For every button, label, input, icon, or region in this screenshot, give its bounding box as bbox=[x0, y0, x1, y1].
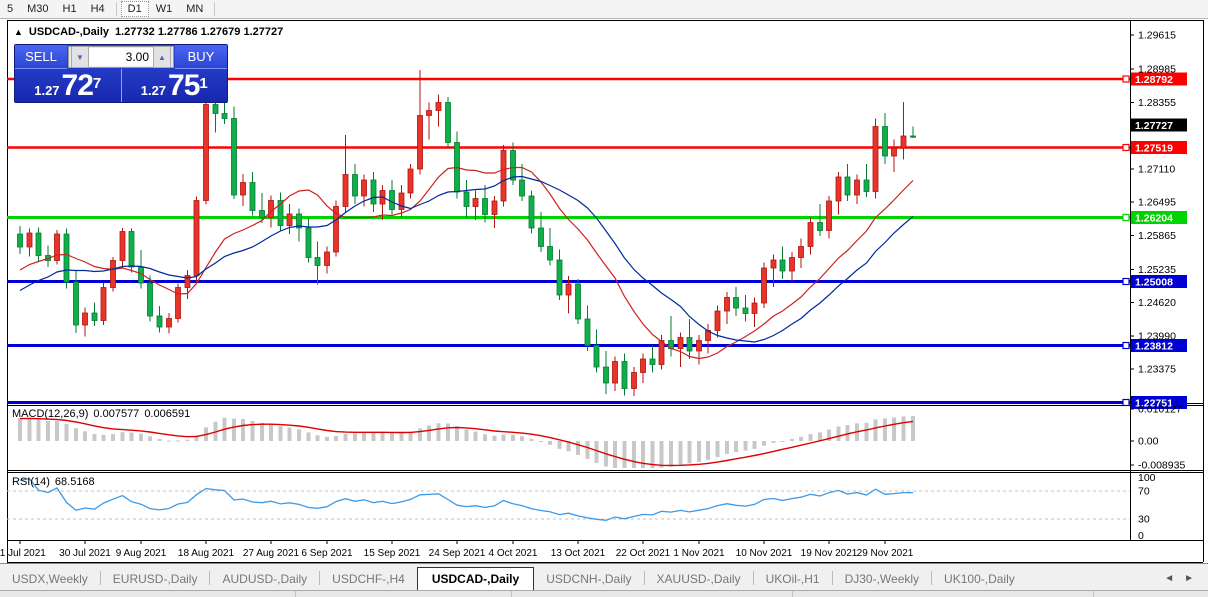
svg-text:1.29615: 1.29615 bbox=[1138, 30, 1176, 42]
svg-text:27 Aug 2021: 27 Aug 2021 bbox=[243, 548, 300, 559]
svg-text:15 Sep 2021: 15 Sep 2021 bbox=[364, 548, 421, 559]
timeframe-button-h1[interactable]: H1 bbox=[56, 1, 84, 17]
status-cell bbox=[296, 591, 512, 597]
svg-text:-0.008935: -0.008935 bbox=[1138, 460, 1185, 472]
timeframe-toolbar: 5 M30 H1 H4 D1 W1 MN bbox=[0, 0, 1208, 19]
svg-text:13 Oct 2021: 13 Oct 2021 bbox=[551, 548, 606, 559]
svg-text:1.26204: 1.26204 bbox=[1135, 213, 1173, 225]
svg-text:29 Nov 2021: 29 Nov 2021 bbox=[857, 548, 914, 559]
svg-text:1.25865: 1.25865 bbox=[1138, 230, 1176, 242]
tabs-scroll-right-icon[interactable]: ► bbox=[1184, 573, 1194, 584]
sell-button[interactable]: SELL bbox=[15, 45, 67, 69]
buy-button[interactable]: BUY bbox=[175, 45, 227, 69]
macd-main-value: 0.007577 bbox=[93, 408, 140, 420]
svg-text:4 Oct 2021: 4 Oct 2021 bbox=[489, 548, 538, 559]
svg-text:1.26495: 1.26495 bbox=[1138, 197, 1176, 209]
svg-text:1.28355: 1.28355 bbox=[1138, 97, 1176, 109]
sell-price-pip: 7 bbox=[92, 75, 102, 92]
volume-input[interactable] bbox=[89, 48, 153, 66]
toolbar-separator bbox=[115, 2, 117, 16]
svg-text:1.25008: 1.25008 bbox=[1135, 277, 1173, 289]
svg-text:0.00: 0.00 bbox=[1138, 436, 1159, 448]
svg-text:30: 30 bbox=[1138, 514, 1150, 526]
svg-text:70: 70 bbox=[1138, 486, 1150, 498]
rsi-name: RSI(14) bbox=[12, 476, 50, 488]
tab-usdcad-daily[interactable]: USDCAD-,Daily bbox=[416, 567, 535, 592]
rsi-value: 68.5168 bbox=[54, 476, 95, 488]
svg-text:1.25235: 1.25235 bbox=[1138, 264, 1176, 276]
ohlc-values: 1.27732 1.27786 1.27679 1.27727 bbox=[115, 26, 284, 38]
svg-text:1 Nov 2021: 1 Nov 2021 bbox=[673, 548, 725, 559]
buy-price-prefix: 1.27 bbox=[140, 83, 167, 98]
tab-ukoil-h1[interactable]: UKOil-,H1 bbox=[754, 568, 832, 591]
chart-title: ▲ USDCAD-,Daily 1.27732 1.27786 1.27679 … bbox=[14, 26, 283, 38]
macd-signal-value: 0.006591 bbox=[144, 408, 191, 420]
volume-increase-icon[interactable]: ▲ bbox=[153, 46, 171, 68]
svg-text:1.27110: 1.27110 bbox=[1138, 164, 1175, 176]
tabs-scroll-left-icon[interactable]: ◄ bbox=[1164, 573, 1174, 584]
tab-dj30-weekly[interactable]: DJ30-,Weekly bbox=[833, 568, 931, 591]
sell-price-prefix: 1.27 bbox=[34, 83, 60, 98]
timeframe-button-m30[interactable]: M30 bbox=[20, 1, 55, 17]
collapse-panel-icon[interactable]: ▲ bbox=[14, 27, 23, 37]
svg-text:1.28792: 1.28792 bbox=[1135, 74, 1173, 86]
svg-text:9 Aug 2021: 9 Aug 2021 bbox=[116, 548, 167, 559]
svg-text:18 Aug 2021: 18 Aug 2021 bbox=[178, 548, 235, 559]
svg-text:0: 0 bbox=[1138, 530, 1144, 542]
tab-usdchf-h4[interactable]: USDCHF-,H4 bbox=[320, 568, 417, 591]
svg-text:6 Sep 2021: 6 Sep 2021 bbox=[301, 548, 353, 559]
rsi-label: RSI(14) 68.5168 bbox=[12, 476, 100, 488]
macd-name: MACD(12,26,9) bbox=[12, 408, 89, 420]
tab-uk100-daily[interactable]: UK100-,Daily bbox=[932, 568, 1027, 591]
sell-price-main: 72 bbox=[61, 69, 94, 102]
tab-usdx-weekly[interactable]: USDX,Weekly bbox=[0, 568, 100, 591]
svg-text:10 Nov 2021: 10 Nov 2021 bbox=[736, 548, 793, 559]
symbol-name: USDCAD-,Daily bbox=[28, 26, 109, 38]
symbol-tab-bar: USDX,Weekly EURUSD-,Daily AUDUSD-,Daily USD… bbox=[0, 563, 1208, 592]
svg-text:22 Oct 2021: 22 Oct 2021 bbox=[616, 548, 671, 559]
status-cell bbox=[793, 591, 1094, 597]
svg-text:30 Jul 2021: 30 Jul 2021 bbox=[59, 548, 111, 559]
svg-text:100: 100 bbox=[1138, 472, 1156, 484]
svg-text:1.23375: 1.23375 bbox=[1138, 364, 1176, 376]
buy-price-main: 75 bbox=[168, 69, 200, 102]
sell-price[interactable]: 1.27 72 7 bbox=[15, 69, 122, 102]
buy-price[interactable]: 1.27 75 1 bbox=[122, 69, 228, 102]
toolbar-separator bbox=[214, 2, 216, 16]
macd-label: MACD(12,26,9) 0.007577 0.006591 bbox=[12, 408, 195, 420]
volume-decrease-icon[interactable]: ▼ bbox=[71, 46, 89, 68]
tab-usdcnh-daily[interactable]: USDCNH-,Daily bbox=[534, 568, 643, 591]
trading-platform-window: { "toolbar": { "timeframes": [ {"label":… bbox=[0, 0, 1208, 597]
timeframe-button-h4[interactable]: H4 bbox=[84, 1, 112, 17]
svg-text:1.27727: 1.27727 bbox=[1135, 120, 1173, 132]
status-cell bbox=[512, 591, 793, 597]
tab-eurusd-daily[interactable]: EURUSD-,Daily bbox=[101, 568, 210, 591]
buy-price-pip: 1 bbox=[199, 75, 208, 92]
svg-text:1.27519: 1.27519 bbox=[1135, 143, 1173, 155]
svg-text:0.010127: 0.010127 bbox=[1138, 404, 1182, 416]
one-click-trade-panel: SELL ▼ ▲ BUY 1.27 72 7 1.27 75 1 bbox=[14, 44, 228, 103]
volume-spinner: ▼ ▲ bbox=[68, 46, 174, 68]
svg-text:24 Sep 2021: 24 Sep 2021 bbox=[429, 548, 486, 559]
tab-xauusd-daily[interactable]: XAUUSD-,Daily bbox=[645, 568, 753, 591]
svg-text:1.24620: 1.24620 bbox=[1138, 297, 1176, 309]
timeframe-button-w1[interactable]: W1 bbox=[149, 1, 180, 17]
svg-text:19 Nov 2021: 19 Nov 2021 bbox=[801, 548, 858, 559]
status-cell bbox=[0, 591, 296, 597]
timeframe-button-5[interactable]: 5 bbox=[0, 1, 20, 17]
timeframe-button-d1[interactable]: D1 bbox=[120, 1, 149, 17]
timeframe-button-mn[interactable]: MN bbox=[179, 1, 210, 17]
svg-text:1.23812: 1.23812 bbox=[1135, 341, 1173, 353]
svg-text:21 Jul 2021: 21 Jul 2021 bbox=[0, 548, 46, 559]
tab-audusd-daily[interactable]: AUDUSD-,Daily bbox=[210, 568, 319, 591]
